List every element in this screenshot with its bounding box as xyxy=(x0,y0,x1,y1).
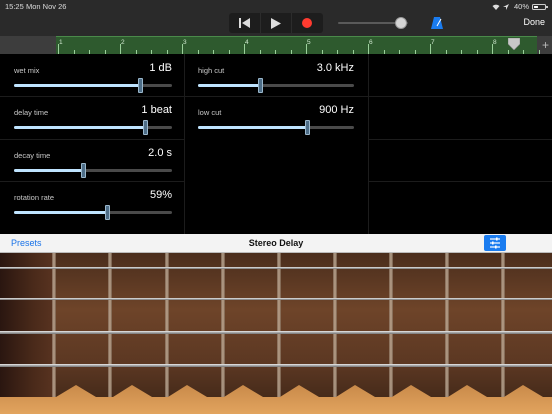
play-icon xyxy=(271,17,281,29)
ruler-tick xyxy=(244,44,245,54)
param-rotation-rate: rotation rate 59% xyxy=(14,183,172,223)
metronome-icon[interactable] xyxy=(430,16,444,30)
go-to-beginning-button[interactable] xyxy=(229,13,260,33)
ruler-tick xyxy=(58,44,59,54)
ruler-tick xyxy=(492,44,493,54)
guitar-string[interactable] xyxy=(0,267,552,269)
param-label: decay time xyxy=(14,151,51,160)
slider-handle[interactable] xyxy=(81,163,87,178)
param-slider[interactable] xyxy=(14,163,172,178)
guitar-fretboard[interactable] xyxy=(0,253,552,414)
ruler-bar-number: 8 xyxy=(493,39,497,46)
ruler-tick xyxy=(430,44,431,54)
slider-fill xyxy=(14,169,84,172)
fretboard-edge xyxy=(0,385,552,414)
ruler-bar-number: 1 xyxy=(59,39,63,46)
param-high-cut: high cut 3.0 kHz xyxy=(198,56,354,96)
param-label: delay time xyxy=(14,108,49,117)
param-wet-mix: wet mix 1 dB xyxy=(14,56,172,96)
ruler-bar-number: 3 xyxy=(183,39,187,46)
control-bar: Done xyxy=(0,12,552,36)
ruler-tick xyxy=(368,44,369,54)
slider-fill xyxy=(14,211,108,214)
param-slider[interactable] xyxy=(14,78,172,93)
param-label: high cut xyxy=(198,66,225,75)
guitar-string[interactable] xyxy=(0,331,552,334)
guitar-string[interactable] xyxy=(0,364,552,367)
row-divider xyxy=(0,96,552,97)
ruler-tick xyxy=(306,44,307,54)
location-icon xyxy=(502,3,511,10)
status-date: Mon Nov 26 xyxy=(26,2,67,11)
playhead-icon[interactable] xyxy=(508,38,520,50)
param-low-cut: low cut 900 Hz xyxy=(198,98,354,138)
row-divider xyxy=(0,181,184,182)
status-time: 15:25 xyxy=(5,2,24,11)
guitar-string[interactable] xyxy=(0,298,552,300)
param-slider[interactable] xyxy=(198,120,354,135)
controls-toggle-button[interactable] xyxy=(484,235,506,251)
param-label: rotation rate xyxy=(14,193,55,202)
ruler-bar-number: 4 xyxy=(245,39,249,46)
row-divider xyxy=(368,139,552,140)
param-delay-time: delay time 1 beat xyxy=(14,98,172,138)
done-button[interactable]: Done xyxy=(523,17,545,27)
play-button[interactable] xyxy=(260,13,291,33)
param-value: 900 Hz xyxy=(319,104,354,116)
column-divider xyxy=(184,54,185,234)
go-to-beginning-icon xyxy=(239,18,250,28)
slider-handle[interactable] xyxy=(142,120,148,135)
param-slider[interactable] xyxy=(14,120,172,135)
timeline-ruler[interactable]: 1 2 3 4 5 6 7 8 + xyxy=(0,36,552,54)
record-icon xyxy=(302,18,312,28)
param-value: 1 beat xyxy=(141,104,172,116)
param-decay-time: decay time 2.0 s xyxy=(14,141,172,181)
param-value: 3.0 kHz xyxy=(316,62,354,74)
ruler-region[interactable]: 1 2 3 4 5 6 7 8 xyxy=(56,36,540,54)
param-slider[interactable] xyxy=(198,78,354,93)
slider-handle[interactable] xyxy=(104,205,110,220)
slider-handle[interactable] xyxy=(137,78,143,93)
ruler-bar-number: 6 xyxy=(369,39,373,46)
slider-handle[interactable] xyxy=(304,120,310,135)
effect-parameters-panel: wet mix 1 dB delay time 1 beat decay tim… xyxy=(0,54,552,234)
add-section-icon[interactable]: + xyxy=(542,38,549,52)
ruler-bar-number: 5 xyxy=(307,39,311,46)
param-label: wet mix xyxy=(14,66,40,75)
status-right: 40% xyxy=(492,2,548,11)
battery-percent: 40% xyxy=(513,2,529,11)
wifi-icon xyxy=(492,4,500,10)
slider-fill xyxy=(198,84,261,87)
ruler-tick xyxy=(182,44,183,54)
slider-fill xyxy=(198,126,308,129)
sliders-icon xyxy=(490,237,500,249)
ruler-bar-number: 7 xyxy=(431,39,435,46)
row-divider xyxy=(368,181,552,182)
column-divider xyxy=(368,54,369,234)
ruler-tick xyxy=(120,44,121,54)
slider-fill xyxy=(14,84,141,87)
param-value: 2.0 s xyxy=(148,147,172,159)
row-divider xyxy=(0,139,184,140)
record-button[interactable] xyxy=(291,13,322,33)
slider-handle[interactable] xyxy=(257,78,263,93)
ruler-bar-number: 2 xyxy=(121,39,125,46)
preset-name: Stereo Delay xyxy=(248,238,304,248)
param-slider[interactable] xyxy=(14,205,172,220)
preset-bar: Presets Stereo Delay xyxy=(0,234,552,253)
param-value: 59% xyxy=(149,189,172,201)
slider-fill xyxy=(14,126,146,129)
param-value: 1 dB xyxy=(149,62,172,74)
master-volume-knob[interactable] xyxy=(395,17,407,29)
transport-controls xyxy=(229,13,323,33)
param-label: low cut xyxy=(198,108,222,117)
status-bar: 15:25 Mon Nov 26 40% xyxy=(0,0,552,12)
battery-icon xyxy=(532,3,548,10)
